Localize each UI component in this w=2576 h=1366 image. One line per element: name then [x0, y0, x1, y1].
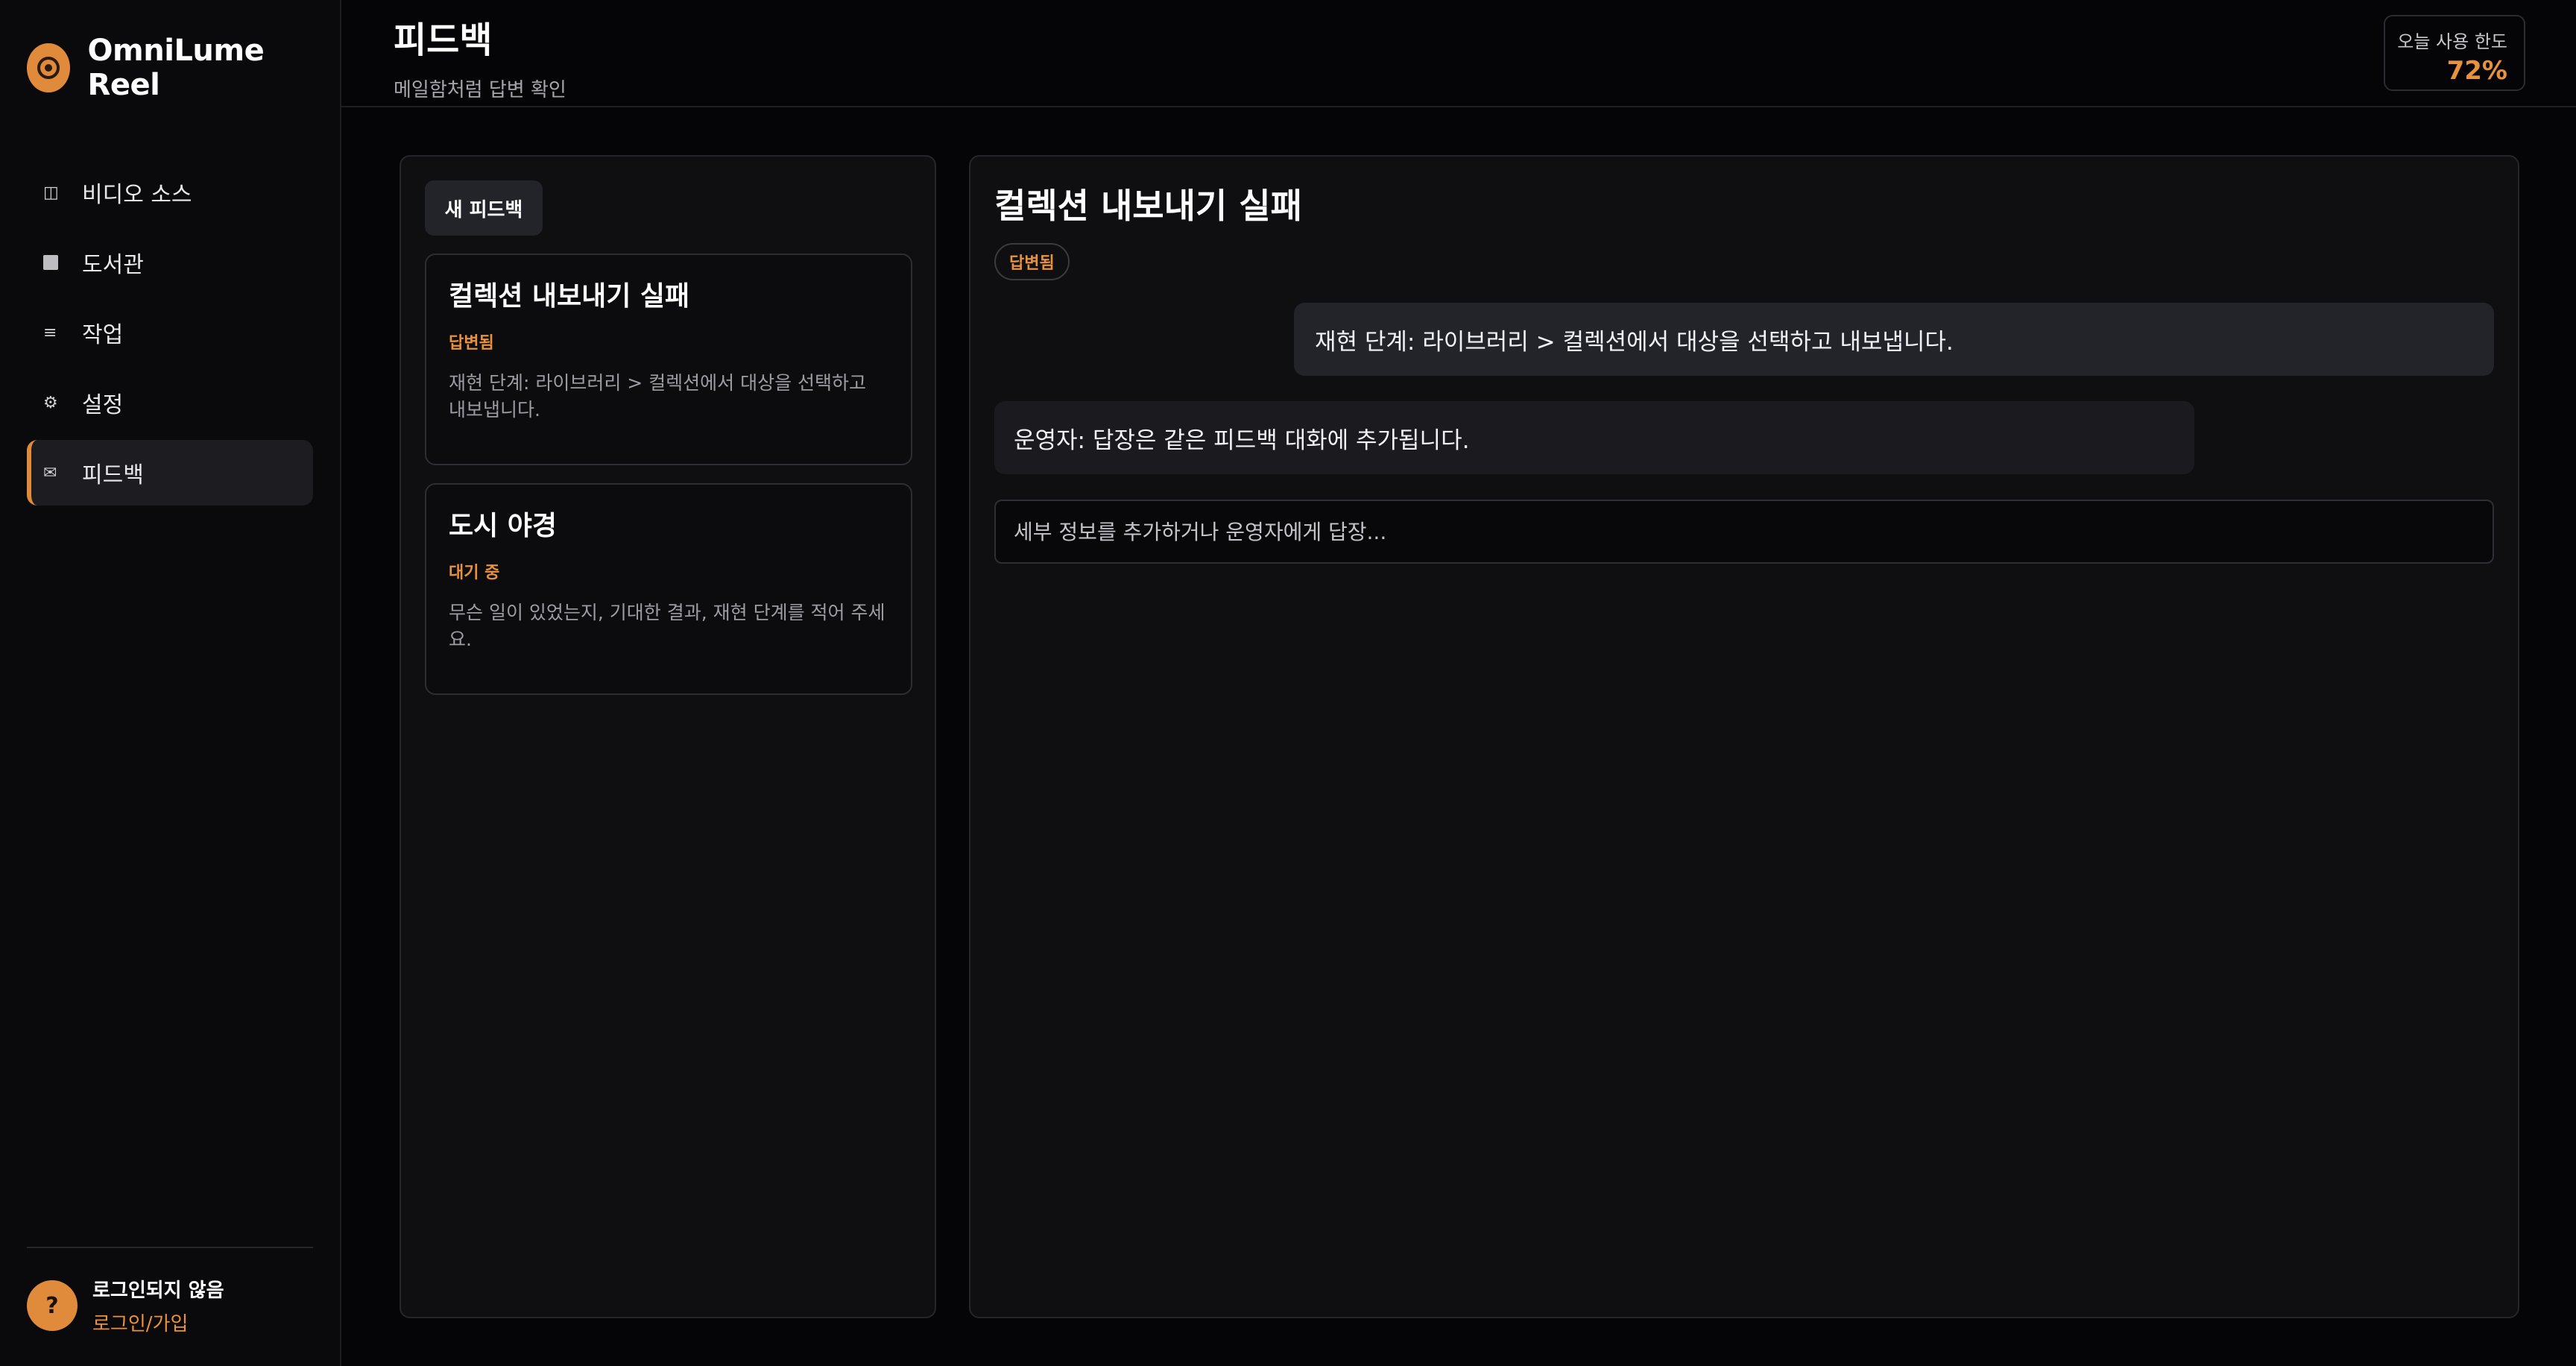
sidebar-item-library[interactable]: 도서관 — [27, 230, 313, 295]
sidebar-item-label: 도서관 — [82, 252, 144, 278]
page-title: 피드백 — [394, 19, 493, 61]
conversation-panel: 컬렉션 내보내기 실패 답변됨 재현 단계: 라이브러리 > 컬렉션에서 대상을… — [969, 155, 2519, 1318]
feedback-ticket[interactable]: 컬렉션 내보내기 실패 답변됨 재현 단계: 라이브러리 > 컬렉션에서 대상을… — [425, 254, 912, 465]
usage-label: 오늘 사용 한도 — [2397, 31, 2507, 52]
usage-value: 72% — [2446, 56, 2507, 86]
sidebar-nav: ◫ 비디오 소스 도서관 ≡ 작업 ⚙ 설정 ✉ 피드백 — [27, 160, 313, 506]
sidebar-item-video-sources[interactable]: ◫ 비디오 소스 — [27, 160, 313, 225]
status-badge: 답변됨 — [994, 243, 1070, 280]
operator-message: 운영자: 답장은 같은 피드백 대화에 추가됩니다. — [994, 401, 2194, 474]
account-section: ? 로그인되지 않음 로그인/가입 — [27, 1247, 313, 1336]
usage-limit-box: 오늘 사용 한도 72% — [2384, 15, 2525, 91]
feedback-list-panel: 새 피드백 컬렉션 내보내기 실패 답변됨 재현 단계: 라이브러리 > 컬렉션… — [400, 155, 936, 1318]
brand-logo-icon — [27, 43, 70, 92]
sidebar-item-settings[interactable]: ⚙ 설정 — [27, 370, 313, 435]
sidebar-item-label: 비디오 소스 — [82, 182, 192, 208]
feedback-ticket[interactable]: 도시 야경 대기 중 무슨 일이 있었는지, 기대한 결과, 재현 단계를 적어… — [425, 483, 912, 695]
ticket-title: 도시 야경 — [449, 511, 558, 541]
main-content: 피드백 메일함처럼 답변 확인 오늘 사용 한도 72% 새 피드백 컬렉션 내… — [341, 0, 2576, 1366]
ticket-status: 답변됨 — [449, 334, 494, 353]
sidebar-item-label: 설정 — [82, 392, 124, 418]
envelope-icon: ✉ — [43, 463, 57, 482]
reply-input[interactable] — [994, 500, 2494, 564]
brand-name: OmniLume Reel — [87, 34, 265, 102]
app-root: OmniLume Reel ◫ 비디오 소스 도서관 ≡ 작업 ⚙ 설정 ✉ 피… — [0, 0, 2576, 1366]
conversation-title: 컬렉션 내보내기 실패 — [994, 186, 1302, 226]
sidebar-item-label: 피드백 — [82, 462, 144, 488]
page-header: 피드백 메일함처럼 답변 확인 오늘 사용 한도 72% — [341, 0, 2576, 107]
avatar[interactable]: ? — [27, 1280, 78, 1331]
new-feedback-button[interactable]: 새 피드백 — [425, 180, 543, 236]
login-status: 로그인되지 않음 — [92, 1280, 224, 1302]
brand[interactable]: OmniLume Reel — [27, 0, 313, 136]
user-message: 재현 단계: 라이브러리 > 컬렉션에서 대상을 선택하고 내보냅니다. — [1294, 303, 2494, 376]
columns-icon: ◫ — [43, 183, 59, 202]
ticket-excerpt: 무슨 일이 있었는지, 기대한 결과, 재현 단계를 적어 주세요. — [449, 602, 886, 650]
gear-icon: ⚙ — [43, 393, 58, 412]
sidebar-item-feedback[interactable]: ✉ 피드백 — [27, 440, 313, 506]
ticket-status: 대기 중 — [449, 564, 500, 582]
list-icon: ≡ — [43, 323, 57, 342]
sidebar-item-jobs[interactable]: ≡ 작업 — [27, 300, 313, 365]
ticket-excerpt: 재현 단계: 라이브러리 > 컬렉션에서 대상을 선택하고 내보냅니다. — [449, 372, 867, 421]
sidebar: OmniLume Reel ◫ 비디오 소스 도서관 ≡ 작업 ⚙ 설정 ✉ 피… — [0, 0, 341, 1366]
page-subtitle: 메일함처럼 답변 확인 — [394, 79, 566, 101]
square-icon — [43, 255, 69, 270]
login-signup-link[interactable]: 로그인/가입 — [92, 1309, 224, 1336]
sidebar-item-label: 작업 — [82, 322, 124, 348]
ticket-title: 컬렉션 내보내기 실패 — [449, 281, 690, 312]
